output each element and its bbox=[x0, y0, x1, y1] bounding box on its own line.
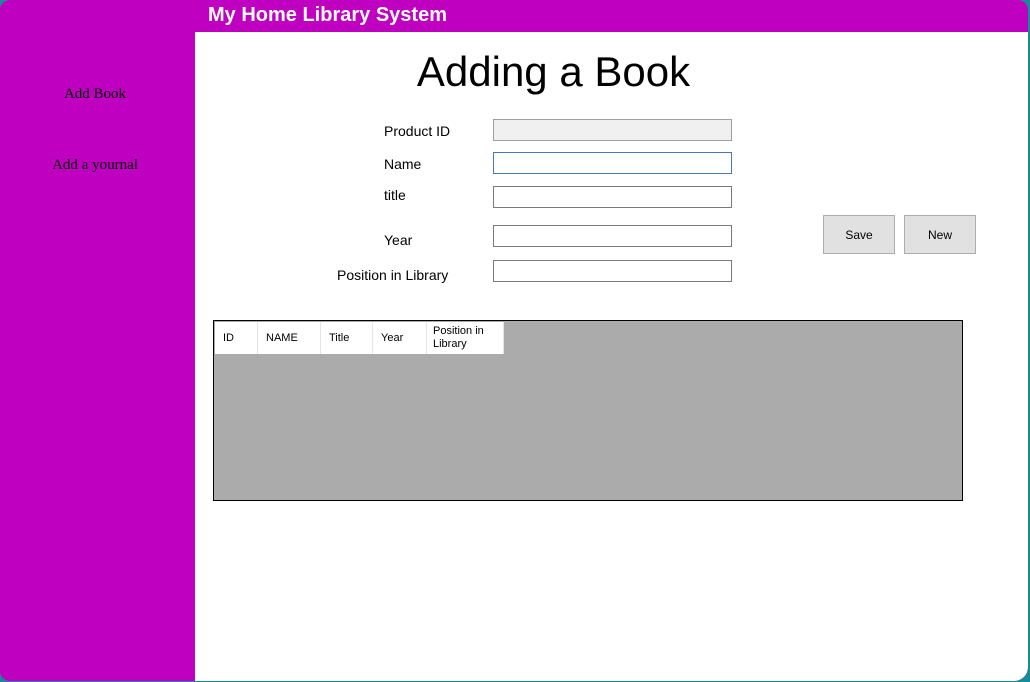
product-id-label: Product ID bbox=[384, 123, 451, 139]
page-title: Adding a Book bbox=[416, 48, 691, 95]
title-field[interactable] bbox=[493, 186, 732, 208]
app-window: Add Book Add a yournal My Home Library S… bbox=[0, 0, 1028, 681]
save-button[interactable]: Save bbox=[823, 215, 895, 254]
name-label: Name bbox=[384, 156, 422, 172]
new-button[interactable]: New bbox=[904, 215, 976, 254]
column-header-title[interactable]: Title bbox=[321, 322, 373, 354]
title-label: title bbox=[384, 187, 406, 203]
column-header-year[interactable]: Year bbox=[373, 322, 427, 354]
app-title: My Home Library System bbox=[208, 4, 447, 26]
title-bar: My Home Library System bbox=[195, 0, 1025, 32]
sidebar: Add Book Add a yournal bbox=[0, 0, 195, 681]
name-field[interactable] bbox=[493, 152, 732, 174]
position-field[interactable] bbox=[493, 260, 732, 282]
position-label: Position in Library bbox=[337, 267, 449, 283]
column-header-id[interactable]: ID bbox=[215, 322, 258, 354]
grid-header: ID NAME Title Year Position in Library bbox=[215, 322, 504, 354]
sidebar-item-add-journal[interactable]: Add a yournal bbox=[0, 157, 190, 174]
books-grid[interactable]: ID NAME Title Year Position in Library bbox=[213, 320, 963, 501]
column-header-name[interactable]: NAME bbox=[258, 322, 321, 354]
product-id-field[interactable] bbox=[493, 119, 732, 141]
sidebar-item-add-book[interactable]: Add Book bbox=[0, 86, 190, 103]
main-panel: Adding a Book Product ID Name title Year… bbox=[195, 32, 1028, 681]
column-header-position-label: Position in Library bbox=[433, 325, 484, 350]
column-header-position[interactable]: Position in Library bbox=[427, 322, 504, 354]
year-label: Year bbox=[384, 232, 413, 248]
year-field[interactable] bbox=[493, 225, 732, 247]
